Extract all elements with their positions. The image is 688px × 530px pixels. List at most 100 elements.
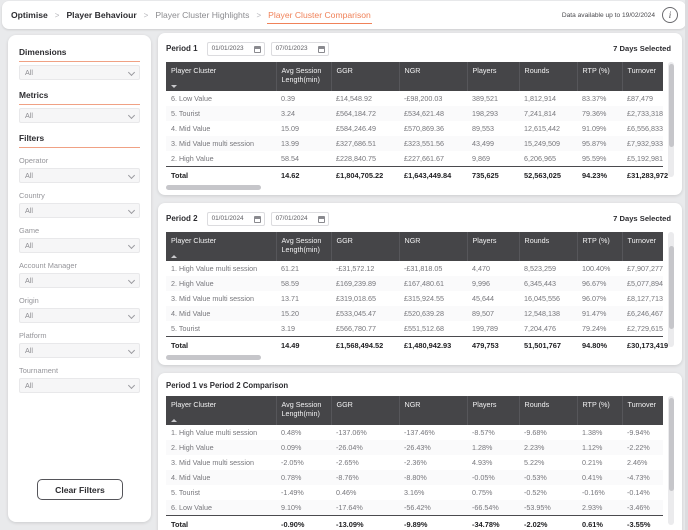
table-vertical-scrollbar[interactable] xyxy=(668,396,674,525)
table-cell: £6,246,467 xyxy=(622,306,663,321)
column-header-rtp[interactable]: RTP (%) xyxy=(577,396,622,425)
table-row[interactable]: 2. High Value58.59£169,239.89£167,480.61… xyxy=(166,276,663,291)
start-date-input[interactable]: 01/01/2024 xyxy=(207,212,265,226)
sort-ascending-icon[interactable] xyxy=(171,419,177,422)
table-cell: -0.05% xyxy=(467,470,519,485)
column-header-player-cluster[interactable]: Player Cluster xyxy=(166,232,276,261)
table-row[interactable]: 3. Mid Value multi session13.71£319,018.… xyxy=(166,291,663,306)
filter-select-game[interactable]: All xyxy=(19,238,140,253)
breadcrumb-item-player-cluster-comparison[interactable]: Player Cluster Comparison xyxy=(267,7,372,24)
table-cell: £319,018.65 xyxy=(331,291,399,306)
table-row[interactable]: 2. High Value58.54£228,840.75£227,661.67… xyxy=(166,151,663,167)
column-header-rounds[interactable]: Rounds xyxy=(519,232,577,261)
table-cell: 9,869 xyxy=(467,151,519,167)
table-scroll-area[interactable]: Player ClusterAvg Session Length(min)GGR… xyxy=(166,396,674,530)
filter-select-tournament[interactable]: All xyxy=(19,378,140,393)
table-cell: £14,548.92 xyxy=(331,91,399,106)
column-header-turnover[interactable]: Turnover xyxy=(622,232,663,261)
table-row[interactable]: 5. Tourist3.24£564,184.72£534,621.48198,… xyxy=(166,106,663,121)
calendar-icon[interactable] xyxy=(318,46,325,53)
table-row[interactable]: 4. Mid Value0.78%-8.76%-8.80%-0.05%-0.53… xyxy=(166,470,663,485)
column-header-rounds[interactable]: Rounds xyxy=(519,62,577,91)
table-cell: 199,789 xyxy=(467,321,519,337)
table-row[interactable]: 6. Low Value9.10%-17.64%-56.42%-66.54%-5… xyxy=(166,500,663,516)
table-row[interactable]: 2. High Value0.09%-26.04%-26.43%1.28%2.2… xyxy=(166,440,663,455)
table-scroll-area[interactable]: Player ClusterAvg Session Length(min)GGR… xyxy=(166,62,674,183)
column-header-ngr[interactable]: NGR xyxy=(399,396,467,425)
table-horizontal-scrollbar[interactable] xyxy=(166,185,663,190)
table-cell: 58.54 xyxy=(276,151,331,167)
scrollbar-thumb[interactable] xyxy=(669,64,674,147)
column-header-avg-session-length-min[interactable]: Avg Session Length(min) xyxy=(276,62,331,91)
table-horizontal-scrollbar[interactable] xyxy=(166,355,663,360)
calendar-icon[interactable] xyxy=(318,216,325,223)
column-header-rounds[interactable]: Rounds xyxy=(519,396,577,425)
filter-select-origin[interactable]: All xyxy=(19,308,140,323)
column-header-players[interactable]: Players xyxy=(467,396,519,425)
sort-ascending-icon[interactable] xyxy=(171,255,177,258)
column-header-players[interactable]: Players xyxy=(467,232,519,261)
filter-select-dimensions[interactable]: All xyxy=(19,65,140,80)
column-header-player-cluster[interactable]: Player Cluster xyxy=(166,396,276,425)
column-header-player-cluster[interactable]: Player Cluster xyxy=(166,62,276,91)
total-cell: £1,568,494.52 xyxy=(331,337,399,354)
data-availability-label: Data available up to 19/02/2024 xyxy=(562,12,655,19)
table-cell: £327,686.51 xyxy=(331,136,399,151)
info-icon[interactable]: i xyxy=(662,7,678,23)
column-header-ngr[interactable]: NGR xyxy=(399,232,467,261)
scrollbar-thumb[interactable] xyxy=(166,355,261,360)
column-header-ggr[interactable]: GGR xyxy=(331,62,399,91)
table-row[interactable]: 4. Mid Value15.09£584,246.49£570,869.368… xyxy=(166,121,663,136)
table-row[interactable]: 5. Tourist3.19£566,780.77£551,512.68199,… xyxy=(166,321,663,337)
table-cell: £564,184.72 xyxy=(331,106,399,121)
end-date-input[interactable]: 07/01/2023 xyxy=(271,42,329,56)
column-header-label: RTP (%) xyxy=(583,400,610,409)
table-vertical-scrollbar[interactable] xyxy=(668,62,674,177)
start-date-input[interactable]: 01/01/2023 xyxy=(207,42,265,56)
table-row[interactable]: 3. Mid Value multi session-2.05%-2.65%-2… xyxy=(166,455,663,470)
column-header-turnover[interactable]: Turnover xyxy=(622,62,663,91)
table-cell: -0.52% xyxy=(519,485,577,500)
column-header-players[interactable]: Players xyxy=(467,62,519,91)
breadcrumb-item-player-behaviour[interactable]: Player Behaviour xyxy=(65,7,137,23)
table-cell: 3. Mid Value multi session xyxy=(166,291,276,306)
column-header-rtp[interactable]: RTP (%) xyxy=(577,232,622,261)
column-header-ggr[interactable]: GGR xyxy=(331,232,399,261)
column-header-rtp[interactable]: RTP (%) xyxy=(577,62,622,91)
filter-select-operator[interactable]: All xyxy=(19,168,140,183)
scrollbar-thumb[interactable] xyxy=(669,398,674,491)
filter-select-platform[interactable]: All xyxy=(19,343,140,358)
filter-select-account-manager[interactable]: All xyxy=(19,273,140,288)
table-cell: £87,479 xyxy=(622,91,663,106)
scrollbar-thumb[interactable] xyxy=(166,185,261,190)
table-vertical-scrollbar[interactable] xyxy=(668,232,674,347)
table-cell: 7,204,476 xyxy=(519,321,577,337)
scrollbar-thumb[interactable] xyxy=(669,246,674,329)
table-row[interactable]: 1. High Value multi session61.21-£31,572… xyxy=(166,261,663,276)
table-cell: 15.09 xyxy=(276,121,331,136)
filter-select-metrics[interactable]: All xyxy=(19,108,140,123)
clear-filters-button[interactable]: Clear Filters xyxy=(37,479,123,500)
table-row[interactable]: 3. Mid Value multi session13.99£327,686.… xyxy=(166,136,663,151)
column-header-turnover[interactable]: Turnover xyxy=(622,396,663,425)
filter-select-country[interactable]: All xyxy=(19,203,140,218)
table-scroll-area[interactable]: Player ClusterAvg Session Length(min)GGR… xyxy=(166,232,674,353)
column-header-ngr[interactable]: NGR xyxy=(399,62,467,91)
table-cell: 4.93% xyxy=(467,455,519,470)
end-date-input[interactable]: 07/01/2024 xyxy=(271,212,329,226)
calendar-icon[interactable] xyxy=(254,216,261,223)
breadcrumb-item-optimise[interactable]: Optimise xyxy=(10,7,49,23)
column-header-ggr[interactable]: GGR xyxy=(331,396,399,425)
breadcrumb-item-player-cluster-highlights[interactable]: Player Cluster Highlights xyxy=(154,7,250,23)
calendar-icon[interactable] xyxy=(254,46,261,53)
table-row[interactable]: 5. Tourist-1.49%0.46%3.16%0.75%-0.52%-0.… xyxy=(166,485,663,500)
sort-descending-icon[interactable] xyxy=(171,85,177,88)
table-cell: -17.64% xyxy=(331,500,399,516)
column-header-avg-session-length-min[interactable]: Avg Session Length(min) xyxy=(276,232,331,261)
filter-select-value: All xyxy=(25,276,33,285)
column-header-avg-session-length-min[interactable]: Avg Session Length(min) xyxy=(276,396,331,425)
table-row[interactable]: 1. High Value multi session0.48%-137.06%… xyxy=(166,425,663,440)
panel-header: Period 101/01/202307/01/20237 Days Selec… xyxy=(166,40,674,57)
table-row[interactable]: 4. Mid Value15.20£533,045.47£520,639.288… xyxy=(166,306,663,321)
table-row[interactable]: 6. Low Value0.39£14,548.92-£98,200.03389… xyxy=(166,91,663,106)
